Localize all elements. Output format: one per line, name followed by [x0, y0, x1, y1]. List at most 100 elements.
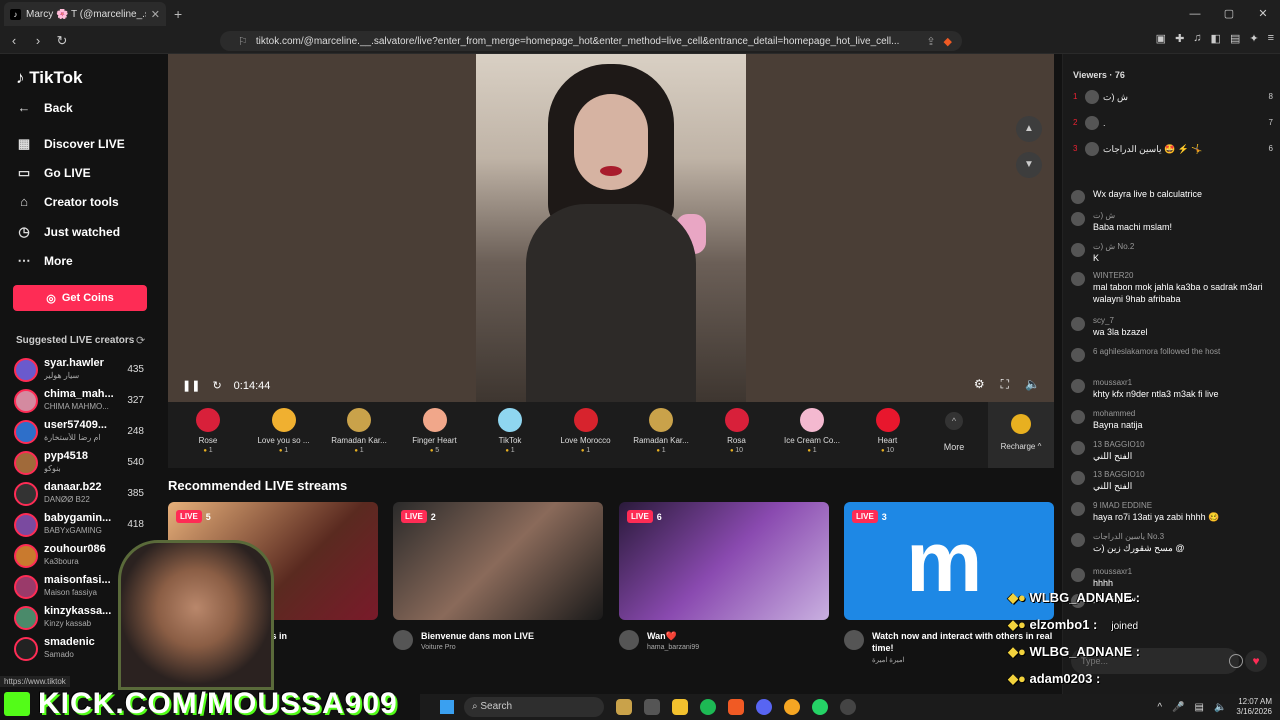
- top-viewer-row[interactable]: 2 . 7: [1073, 116, 1273, 132]
- suggested-creator[interactable]: syar.hawler سيار هولير 435: [14, 356, 148, 384]
- ai-icon[interactable]: ✦: [1249, 32, 1258, 45]
- url-text[interactable]: tiktok.com/@marceline.__.salvatore/live?…: [256, 36, 918, 47]
- get-coins-button[interactable]: ◎ Get Coins: [13, 285, 147, 311]
- chat-message[interactable]: Wx dayra live b calculatrice: [1071, 188, 1275, 204]
- stream-info[interactable]: Bienvenue dans mon LIVE Voiture Pro: [393, 630, 603, 660]
- clock-time: 12:07 AM: [1238, 697, 1272, 706]
- top-viewer-row[interactable]: 1 ش (ت 8: [1073, 90, 1273, 106]
- top-viewer-row[interactable]: 3 ياسين الدراجات 🤩 ⚡ 🤸 6: [1073, 142, 1273, 158]
- fullscreen-icon[interactable]: ⛶: [1001, 377, 1009, 392]
- previous-stream-button[interactable]: ▲: [1016, 116, 1042, 142]
- settings-gear-icon[interactable]: ⚙: [974, 377, 985, 392]
- recommended-stream-card[interactable]: LIVE 6: [619, 502, 829, 620]
- app-icon[interactable]: [616, 699, 632, 715]
- sidebar-item-discover-live[interactable]: ▦ Discover LIVE: [16, 136, 125, 152]
- gift-item[interactable]: TikTok 1: [473, 408, 547, 454]
- new-tab-button[interactable]: +: [174, 6, 182, 22]
- address-bar[interactable]: ⚐ tiktok.com/@marceline.__.salvatore/liv…: [220, 31, 962, 51]
- gift-item[interactable]: Ramadan Kar... 1: [624, 408, 698, 454]
- system-tray: ^ 🎤 ▤ 🔈 12:07 AM 3/16/2026: [1157, 694, 1272, 720]
- chat-message[interactable]: moussaxr1 khty kfx n9der ntla3 m3ak fi l…: [1071, 377, 1275, 400]
- forward-arrow-icon[interactable]: ›: [28, 33, 48, 48]
- live-badge: LIVE 5: [176, 510, 211, 523]
- chat-message[interactable]: scy_7 wa 3la bzazel: [1071, 315, 1275, 338]
- sidebar-item-more[interactable]: ⋯ More: [16, 253, 73, 269]
- menu-icon[interactable]: ≡: [1268, 32, 1274, 45]
- gift-item[interactable]: Love Morocco 1: [549, 408, 623, 454]
- gift-item[interactable]: Love you so ... 1: [247, 408, 321, 454]
- chat-message[interactable]: mohammed Bayna natija: [1071, 408, 1275, 431]
- back-arrow-icon[interactable]: ‹: [4, 33, 24, 48]
- taskbar-search[interactable]: ⌕ Search: [464, 697, 604, 717]
- windows-start-icon[interactable]: [440, 700, 454, 714]
- browser-tab[interactable]: ♪ Marcy 🌸 T (@marceline_.s ✕: [4, 2, 166, 26]
- file-explorer-icon[interactable]: [672, 699, 688, 715]
- close-tab-icon[interactable]: ✕: [151, 8, 160, 21]
- refresh-icon[interactable]: ⟳: [136, 334, 145, 347]
- chat-message[interactable]: 13 BAGGIO10 الفتح اللني: [1071, 439, 1275, 462]
- chat-message[interactable]: 13 BAGGIO10 الفتح اللني: [1071, 469, 1275, 492]
- brave-shield-icon[interactable]: ◆: [944, 35, 952, 48]
- gifts-more-button[interactable]: ^ More: [940, 412, 968, 452]
- volume-icon[interactable]: 🔈: [1214, 702, 1226, 713]
- chat-message[interactable]: moussaxr1 hhhh: [1071, 566, 1275, 589]
- brave-icon[interactable]: [728, 699, 744, 715]
- heart-like-button[interactable]: ♥: [1245, 650, 1267, 672]
- chevron-up-icon[interactable]: ^: [1157, 702, 1162, 713]
- suggested-creator[interactable]: chima_mah... CHIMA MAHMO... 327: [14, 387, 148, 415]
- gift-item[interactable]: Rose 1: [171, 408, 245, 454]
- app-icon[interactable]: [784, 699, 800, 715]
- sidebar-item-just-watched[interactable]: ◷ Just watched: [16, 224, 120, 240]
- pause-icon[interactable]: ❚❚: [182, 379, 200, 392]
- microphone-icon[interactable]: 🎤: [1172, 702, 1184, 713]
- gift-item[interactable]: Finger Heart 5: [398, 408, 472, 454]
- stream-info[interactable]: Wan❤️ hama_barzani99: [619, 630, 829, 660]
- spotify-icon[interactable]: [700, 699, 716, 715]
- suggested-creator[interactable]: pyp4518 بنوكو 540: [14, 449, 148, 477]
- gift-item[interactable]: Ice Cream Co... 1: [775, 408, 849, 454]
- sidebar-icon[interactable]: ◧: [1211, 32, 1221, 45]
- chat-message[interactable]: ش (ت No.2 K: [1071, 241, 1275, 264]
- music-icon[interactable]: ♫: [1193, 32, 1201, 45]
- maximize-button[interactable]: ▢: [1212, 0, 1246, 28]
- suggested-creator[interactable]: danaar.b22 DANØØ B22 385: [14, 480, 148, 508]
- obs-icon[interactable]: [840, 699, 856, 715]
- chat-message[interactable]: 9 IMAD EDDINE haya ro7i 13ati ya zabi hh…: [1071, 500, 1275, 523]
- recommended-stream-card[interactable]: LIVE 2: [393, 502, 603, 620]
- extension-icon[interactable]: ▣: [1156, 32, 1166, 45]
- clock[interactable]: 12:07 AM 3/16/2026: [1236, 697, 1272, 717]
- gift-item[interactable]: Heart 10: [851, 408, 925, 454]
- chat-message[interactable]: ياسين الدراجات No.3 مسح شقورك زين (ت @: [1071, 531, 1275, 554]
- sidebar-item-go-live[interactable]: ▭ Go LIVE: [16, 165, 91, 181]
- chat-message[interactable]: WINTER20 mal tabon mok jahla ka3ba o sad…: [1071, 270, 1275, 305]
- gift-icon: [875, 408, 900, 432]
- back-link[interactable]: ← Back: [16, 100, 73, 115]
- share-icon[interactable]: ⇪: [926, 35, 935, 48]
- gift-item[interactable]: Rosa 10: [700, 408, 774, 454]
- live-video-player[interactable]: ▲ ▼ ❚❚ ↻ 0:14:44 ⚙ ⛶ 🔈: [168, 54, 1054, 402]
- minimize-button[interactable]: —: [1178, 0, 1212, 28]
- creator-viewer-count: 248: [127, 426, 144, 437]
- bookmark-icon[interactable]: ⚐: [238, 35, 248, 48]
- emoji-icon[interactable]: [1229, 654, 1243, 668]
- close-window-button[interactable]: ✕: [1246, 0, 1280, 28]
- puzzle-icon[interactable]: ✚: [1175, 32, 1184, 45]
- volume-icon[interactable]: 🔈: [1025, 377, 1040, 392]
- chat-message[interactable]: ش (ت Baba machi mslam!: [1071, 210, 1275, 233]
- refresh-stream-icon[interactable]: ↻: [212, 379, 221, 392]
- suggested-creator[interactable]: user57409... ام رضا للأستخارة 248: [14, 418, 148, 446]
- gift-item[interactable]: Ramadan Kar... 1: [322, 408, 396, 454]
- suggested-creator[interactable]: babygamin... BABYxGAMING 418: [14, 511, 148, 539]
- whatsapp-icon[interactable]: [812, 699, 828, 715]
- event-user: WLBG_ADNANE :: [1029, 644, 1140, 659]
- tiktok-logo[interactable]: ♪ TikTok: [16, 68, 82, 88]
- recharge-button[interactable]: Recharge ^: [988, 402, 1054, 468]
- chat-message[interactable]: 6 aghileslakamora followed the host: [1071, 346, 1275, 362]
- reload-icon[interactable]: ↻: [52, 33, 72, 49]
- task-view-icon[interactable]: [644, 699, 660, 715]
- discord-icon[interactable]: [756, 699, 772, 715]
- next-stream-button[interactable]: ▼: [1016, 152, 1042, 178]
- wallet-icon[interactable]: ▤: [1230, 32, 1240, 45]
- sidebar-item-creator-tools[interactable]: ⌂ Creator tools: [16, 194, 119, 209]
- network-icon[interactable]: ▤: [1195, 702, 1204, 713]
